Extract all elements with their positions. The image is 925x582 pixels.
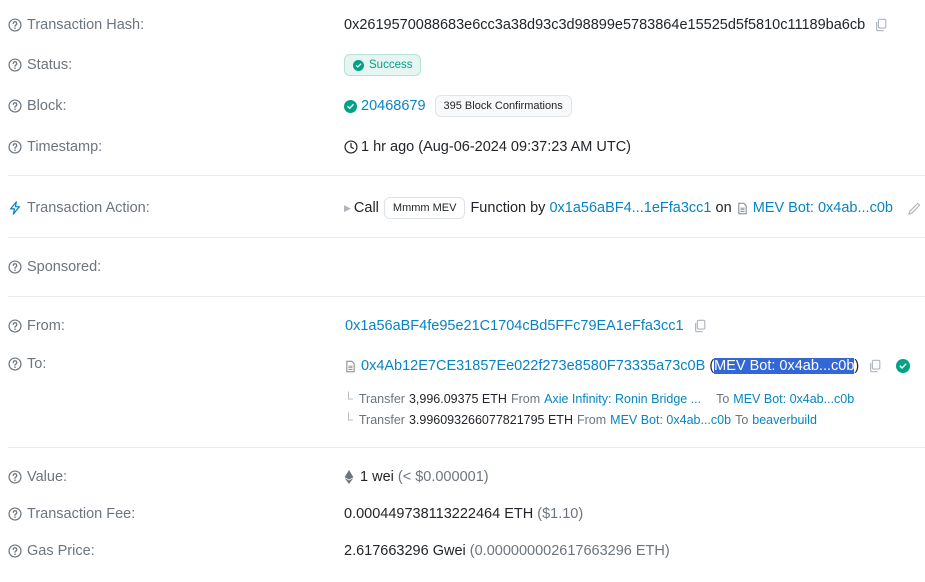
value-amount: 1 wei (360, 469, 394, 485)
gas-price-eth: (0.000000002617663296 ETH) (469, 543, 670, 559)
elbow-connector-icon: └ (344, 413, 353, 427)
caller-address-link[interactable]: 0x1a56aBF4...1eFfa3cc1 (549, 200, 711, 216)
contract-file-icon (344, 360, 357, 373)
to-address-link[interactable]: 0x4Ab12E7CE31857Ee022f273e8580F73335a73c… (361, 358, 705, 374)
to-name-close-paren: ) (854, 358, 860, 374)
action-call-text: Call (353, 200, 379, 216)
transfer-word: Transfer (358, 413, 405, 427)
elbow-connector-icon: └ (344, 392, 353, 406)
transfer-amount: 3.996093266077821795 ETH (408, 413, 573, 427)
token-transfer-row: └ Transfer 3.996093266077821795 ETH From… (344, 413, 817, 427)
copy-icon[interactable] (874, 18, 888, 32)
timestamp-label: Timestamp: (27, 139, 103, 155)
expand-caret-icon[interactable]: ▶ (344, 203, 351, 214)
transfer-from-link[interactable]: MEV Bot: 0x4ab...c0b (610, 413, 731, 427)
token-transfer-row: └ Transfer 3,996.09375 ETH From Axie Inf… (344, 392, 854, 406)
gas-price-amount: 2.617663296 Gwei (344, 543, 466, 559)
contract-file-icon (736, 202, 749, 215)
verified-check-icon (896, 359, 910, 373)
sponsored-label: Sponsored: (27, 259, 102, 275)
copy-icon[interactable] (868, 359, 882, 373)
timestamp-value: 1 hr ago (Aug-06-2024 09:37:23 AM UTC) (361, 139, 632, 155)
divider (8, 175, 925, 176)
copy-icon[interactable] (693, 319, 707, 333)
transaction-fee-usd: ($1.10) (537, 506, 584, 522)
edit-pencil-icon[interactable] (907, 201, 922, 216)
block-number-link[interactable]: 20468679 (361, 98, 426, 114)
status-badge-text: Success (369, 59, 413, 71)
help-icon[interactable] (8, 18, 22, 32)
from-label: From: (27, 318, 65, 334)
help-icon[interactable] (8, 544, 22, 558)
value-usd: (< $0.000001) (397, 469, 489, 485)
transaction-fee-label: Transaction Fee: (27, 506, 136, 522)
help-icon[interactable] (8, 507, 22, 521)
block-confirmations-badge: 395 Block Confirmations (434, 95, 572, 117)
help-icon[interactable] (8, 58, 22, 72)
divider (8, 296, 925, 297)
help-icon[interactable] (8, 260, 22, 274)
on-text: on (715, 200, 732, 216)
lightning-icon (10, 201, 20, 215)
transfer-from-word: From (576, 413, 607, 427)
help-icon[interactable] (8, 470, 22, 484)
transfer-word: Transfer (358, 392, 405, 406)
transfer-amount: 3,996.09375 ETH (408, 392, 507, 406)
contract-link[interactable]: MEV Bot: 0x4ab...c0b (753, 200, 893, 216)
help-icon[interactable] (8, 140, 22, 154)
transaction-hash-value: 0x2619570088683e6cc3a38d93c3d98899e57838… (344, 17, 866, 33)
help-icon[interactable] (8, 99, 22, 113)
transaction-action-label: Transaction Action: (27, 200, 150, 216)
to-label: To: (27, 356, 47, 372)
to-contract-name: MEV Bot: 0x4ab...c0b (714, 358, 855, 374)
help-icon[interactable] (8, 319, 22, 333)
check-circle-icon (344, 100, 357, 113)
transfer-from-word: From (510, 392, 541, 406)
check-circle-icon (353, 60, 364, 71)
clock-icon (344, 140, 358, 154)
function-by-text: Function by (470, 200, 546, 216)
transaction-hash-label: Transaction Hash: (27, 17, 145, 33)
transaction-fee-amount: 0.000449738113222464 ETH (344, 506, 534, 522)
divider (8, 447, 925, 448)
transfer-to-link[interactable]: beaverbuild (752, 413, 817, 427)
status-label: Status: (27, 57, 73, 73)
block-label: Block: (27, 98, 67, 114)
from-address-link[interactable]: 0x1a56aBF4fe95e21C1704cBd5FFc79EA1eFfa3c… (345, 318, 684, 334)
transfer-to-word: To (735, 413, 749, 427)
divider (8, 237, 925, 238)
help-icon[interactable] (8, 357, 22, 371)
status-badge: Success (344, 54, 422, 76)
function-name-badge: Mmmm MEV (383, 197, 466, 219)
value-label: Value: (27, 469, 68, 485)
ethereum-icon (344, 470, 354, 484)
transfer-to-word: To (716, 392, 730, 406)
transfer-to-link[interactable]: MEV Bot: 0x4ab...c0b (733, 392, 854, 406)
gas-price-label: Gas Price: (27, 543, 95, 559)
transfer-from-link[interactable]: Axie Infinity: Ronin Bridge ... (544, 392, 701, 406)
